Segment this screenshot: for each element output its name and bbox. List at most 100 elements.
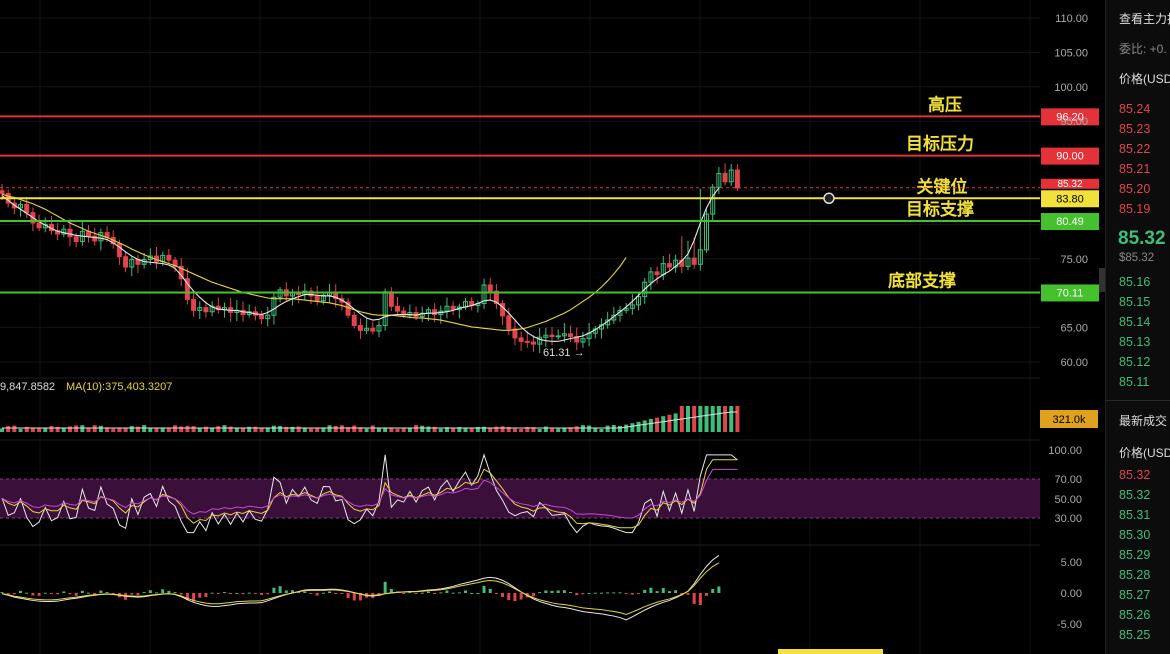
macd-bar [142, 592, 146, 594]
level-tag-text: 70.11 [1057, 287, 1084, 299]
trade-price: 85.32 [1119, 468, 1151, 482]
macd-bar [692, 593, 696, 604]
volume-bar [309, 428, 313, 432]
volume-bar [315, 428, 320, 432]
trade-price: 85.30 [1119, 528, 1151, 542]
macd-bar [80, 590, 84, 593]
level-tag-text: 90.00 [1056, 151, 1084, 163]
volume-bar [216, 426, 221, 432]
bid-price[interactable]: 85.13 [1119, 335, 1150, 349]
macd-bar [155, 592, 158, 594]
macd-bar [130, 593, 134, 595]
volume-bar [469, 428, 474, 432]
volume-bar [395, 428, 400, 432]
trade-price: 85.31 [1119, 508, 1151, 522]
volume-bar [0, 428, 4, 432]
volume-bar [624, 424, 629, 432]
volume-bar [67, 426, 72, 432]
volume-tag: 321.0k [1052, 414, 1086, 426]
volume-bar [30, 427, 35, 432]
macd-tick-5: 5.00 [1061, 557, 1082, 569]
cursor-handle[interactable] [823, 192, 835, 205]
candle-body [506, 315, 512, 330]
volume-bar [438, 428, 443, 432]
ask-price[interactable]: 85.21 [1119, 162, 1150, 176]
macd-bar [717, 586, 721, 593]
macd-bar [167, 590, 171, 593]
current-price-tag-text: 85.32 [1057, 179, 1082, 190]
macd-bar [655, 591, 659, 593]
macd-bar [686, 593, 690, 595]
macd-bar [519, 593, 523, 600]
macd-bar [6, 593, 10, 595]
bid-price[interactable]: 85.11 [1119, 375, 1149, 389]
last-price: 85.32 [1118, 228, 1166, 249]
macd-bar [266, 593, 270, 595]
macd-bar [43, 592, 47, 594]
volume-bar [500, 426, 505, 432]
macd-tick-0: 0.00 [1061, 588, 1082, 600]
ask-price[interactable]: 85.23 [1119, 122, 1150, 136]
rsi-tick-100: 100.00 [1048, 445, 1082, 457]
volume-bar [364, 428, 369, 432]
macd-bar [637, 593, 641, 594]
macd-bar [216, 593, 220, 594]
sidebar-header[interactable]: 查看主力持 [1119, 10, 1170, 27]
candle-body [259, 314, 265, 320]
volume-ma-label: MA(10):375,403.3207 [66, 381, 172, 393]
volume-bar [420, 425, 425, 432]
macd-bar [599, 592, 603, 594]
macd-bar [482, 585, 486, 593]
candle-body [524, 340, 530, 343]
rsi-tick-30: 30.00 [1054, 513, 1082, 525]
macd-bar [581, 593, 585, 595]
volume-bar [537, 428, 542, 432]
bid-price[interactable]: 85.14 [1119, 315, 1150, 329]
price-tick: 65.00 [1060, 323, 1088, 335]
macd-bar [476, 593, 480, 594]
candle-body [388, 291, 394, 307]
macd-bar [420, 592, 424, 594]
price-tick: 95.00 [1060, 116, 1088, 128]
macd-bar [340, 593, 344, 594]
candle-body [24, 203, 30, 214]
candle-body [123, 256, 129, 268]
trades-price-header: 价格(USD [1119, 446, 1170, 460]
level-tag-text: 80.49 [1056, 216, 1084, 228]
bid-price[interactable]: 85.16 [1119, 275, 1150, 289]
macd-bar [587, 593, 591, 594]
bid-price[interactable]: 85.12 [1119, 355, 1150, 369]
macd-bar [278, 586, 282, 593]
macd-bar [624, 593, 628, 594]
volume-bar [414, 425, 419, 432]
macd-bar [674, 590, 678, 593]
ask-price[interactable]: 85.19 [1119, 202, 1150, 216]
macd-bar [439, 592, 443, 594]
ask-price[interactable]: 85.24 [1119, 102, 1150, 116]
macd-bar [612, 592, 616, 594]
candle-body [518, 337, 524, 342]
volume-bar [12, 425, 17, 432]
volume-bar [173, 425, 178, 432]
macd-bar [433, 593, 437, 594]
volume-bar [111, 428, 116, 432]
candle-body [67, 228, 73, 238]
scroll-thumb[interactable] [778, 649, 883, 654]
level-label: 底部支撑 [888, 270, 956, 290]
candle-body [549, 334, 555, 338]
volume-bar [605, 425, 610, 432]
ask-price[interactable]: 85.22 [1119, 142, 1150, 156]
volume-bar [333, 425, 338, 432]
price-chart[interactable]: 高压96.20目标压力90.00关键位83.80目标支撑80.49底部支撑70.… [0, 0, 1105, 654]
volume-bar [135, 426, 140, 432]
volume-bar [723, 406, 728, 432]
candle-body [73, 236, 79, 243]
volume-bar [611, 425, 616, 432]
macd-bar [328, 591, 332, 593]
bid-price[interactable]: 85.15 [1119, 295, 1150, 309]
macd-bar [204, 593, 208, 598]
macd-bar [241, 593, 245, 595]
macd-bar [334, 593, 338, 594]
volume-bar [92, 425, 97, 432]
ask-price[interactable]: 85.20 [1119, 182, 1150, 196]
